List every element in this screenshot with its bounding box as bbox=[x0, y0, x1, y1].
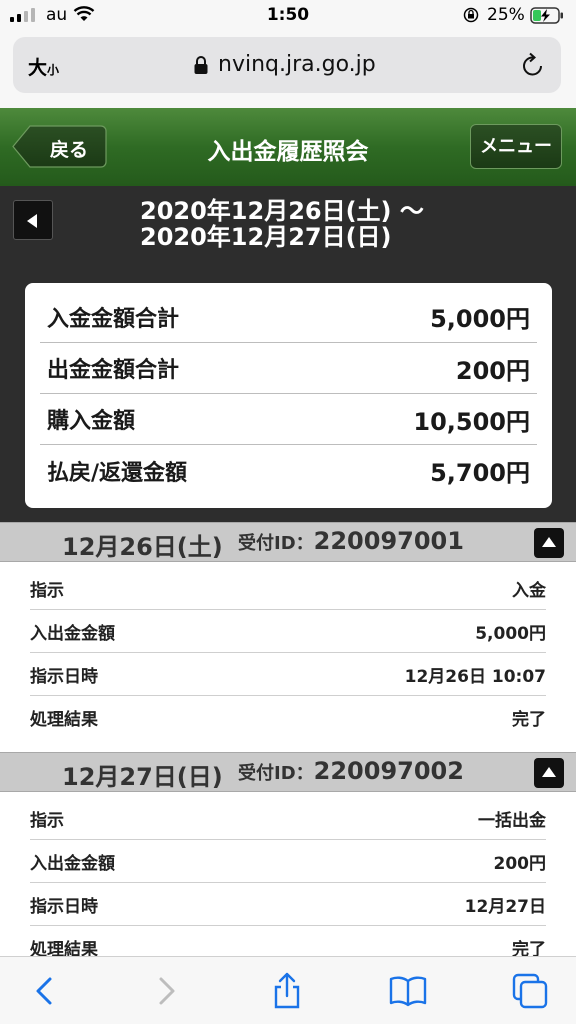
receipt-id: 受付ID：220097001 bbox=[238, 527, 464, 555]
share-icon[interactable] bbox=[267, 971, 307, 1011]
transaction-details: 指示 入金 入出金金額 5,000円 指示日時 12月26日 10:07 処理結果 完了 bbox=[30, 567, 546, 739]
url-text[interactable]: nvinq.jra.go.jp bbox=[218, 52, 376, 77]
summary-row-purchase: 購入金額 10,500円 bbox=[40, 394, 537, 445]
transaction-date: 12月26日(土) bbox=[62, 533, 223, 561]
detail-row: 処理結果 完了 bbox=[30, 710, 546, 730]
detail-row: 指示日時 12月27日 bbox=[30, 883, 546, 926]
status-bar: au 1:50 25% bbox=[0, 0, 576, 34]
date-range: 2020年12月26日(土) 〜 2020年12月27日(日) bbox=[140, 198, 424, 250]
detail-row: 指示日時 12月26日 10:07 bbox=[30, 653, 546, 696]
address-bar[interactable]: 大小 nvinq.jra.go.jp bbox=[13, 37, 561, 93]
date-range-end: 2020年12月27日(日) bbox=[140, 223, 392, 251]
summary-row-deposit-total: 入金金額合計 5,000円 bbox=[40, 283, 537, 343]
forward-arrow-icon[interactable] bbox=[145, 971, 185, 1011]
transaction-date: 12月27日(日) bbox=[62, 763, 223, 791]
receipt-id: 受付ID：220097002 bbox=[238, 757, 464, 785]
battery-charging-icon bbox=[530, 7, 563, 24]
browser-address-area: 大小 nvinq.jra.go.jp bbox=[0, 34, 576, 108]
summary-area: 入金金額合計 5,000円 出金金額合計 200円 購入金額 10,500円 払戻/返… bbox=[0, 262, 576, 522]
tabs-icon[interactable] bbox=[510, 971, 550, 1011]
detail-row: 指示 一括出金 bbox=[30, 797, 546, 840]
browser-toolbar bbox=[0, 956, 576, 1024]
orientation-lock-icon bbox=[463, 7, 479, 23]
bookmarks-icon[interactable] bbox=[388, 971, 428, 1011]
app-header: 戻る 入出金履歴照会 メニュー bbox=[0, 108, 576, 186]
menu-button[interactable]: メニュー bbox=[470, 124, 562, 169]
date-range-bar: 2020年12月26日(土) 〜 2020年12月27日(日) bbox=[0, 186, 576, 262]
summary-card: 入金金額合計 5,000円 出金金額合計 200円 購入金額 10,500円 払戻/返… bbox=[25, 283, 552, 508]
transaction-details: 指示 一括出金 入出金金額 200円 指示日時 12月27日 処理結果 完了 bbox=[30, 797, 546, 969]
summary-row-refund: 払戻/返還金額 5,700円 bbox=[47, 459, 530, 487]
back-arrow-icon[interactable] bbox=[26, 971, 66, 1011]
transaction-header[interactable]: 12月27日(日) 受付ID：220097002 bbox=[0, 752, 576, 792]
previous-period-button[interactable] bbox=[13, 200, 53, 240]
detail-row: 入出金金額 200円 bbox=[30, 840, 546, 883]
date-range-start: 2020年12月26日(土) 〜 bbox=[140, 197, 424, 225]
collapse-toggle-button[interactable] bbox=[534, 758, 564, 788]
summary-row-withdraw-total: 出金金額合計 200円 bbox=[40, 343, 537, 394]
detail-row: 入出金金額 5,000円 bbox=[30, 610, 546, 653]
detail-row: 指示 入金 bbox=[30, 567, 546, 610]
transaction-header[interactable]: 12月26日(土) 受付ID：220097001 bbox=[0, 522, 576, 562]
text-size-button[interactable]: 大小 bbox=[28, 53, 59, 80]
collapse-toggle-button[interactable] bbox=[534, 528, 564, 558]
reload-icon[interactable] bbox=[521, 52, 545, 78]
lock-icon bbox=[194, 56, 208, 74]
battery-percent: 25% bbox=[487, 5, 525, 25]
